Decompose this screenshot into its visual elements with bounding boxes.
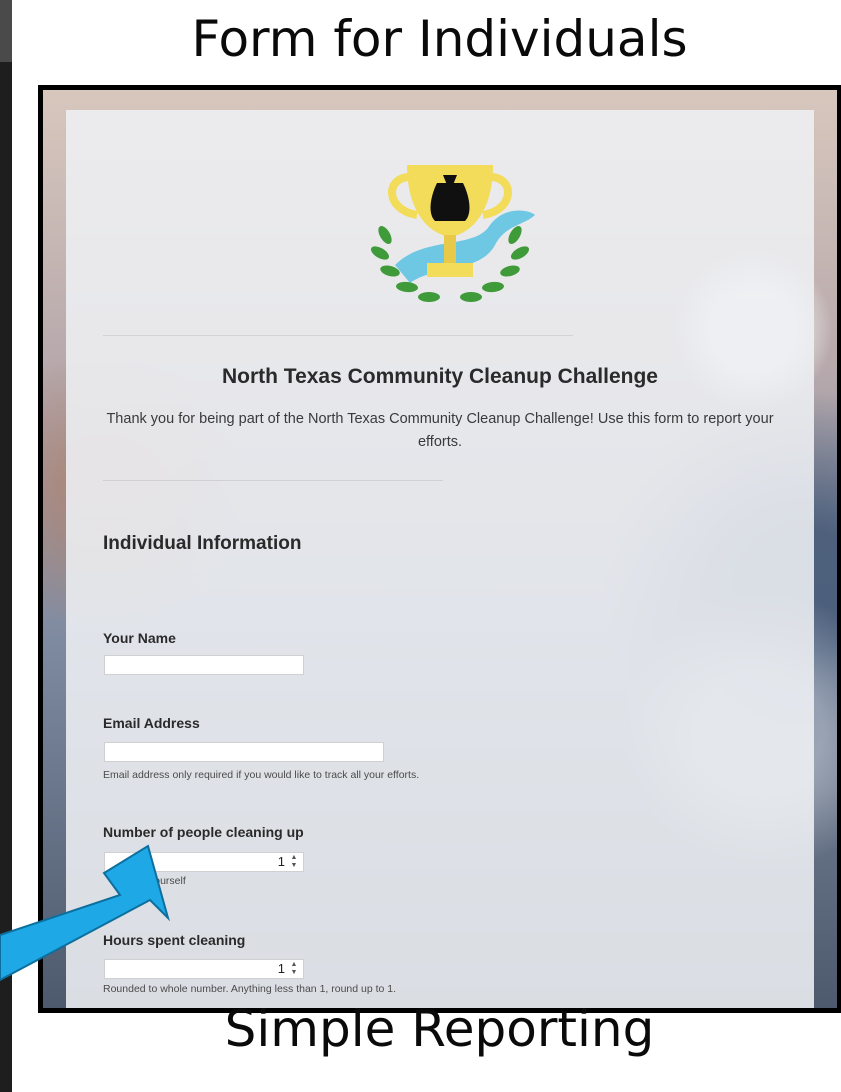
name-field[interactable] [104, 655, 304, 675]
left-edge-bar-top [0, 0, 12, 62]
slide-caption: Simple Reporting [224, 1000, 655, 1058]
email-help-text: Email address only required if you would… [103, 769, 420, 781]
email-field[interactable] [104, 742, 384, 762]
people-value: 1 [277, 854, 285, 869]
slide-title: Form for Individuals [191, 10, 688, 68]
email-label: Email Address [103, 715, 200, 731]
name-label: Your Name [103, 630, 176, 646]
hours-stepper[interactable]: 1 ▲ ▼ [104, 959, 304, 979]
trophy-trash-bag-icon [370, 165, 535, 302]
section-title: Individual Information [103, 533, 302, 554]
left-edge-bar [0, 0, 12, 1092]
people-help-text: yourself [149, 875, 186, 887]
spinner-arrows-icon[interactable]: ▲ ▼ [288, 961, 300, 977]
form-card: North Texas Community Cleanup Challenge … [66, 110, 814, 1008]
hours-help-text: Rounded to whole number. Anything less t… [103, 983, 397, 995]
screenshot-frame: North Texas Community Cleanup Challenge … [38, 85, 841, 1013]
form-background: North Texas Community Cleanup Challenge … [43, 90, 837, 1008]
divider [103, 335, 573, 336]
hours-label: Hours spent cleaning [103, 932, 246, 948]
hours-value: 1 [277, 961, 285, 976]
form-title: North Texas Community Cleanup Challenge [221, 365, 658, 388]
people-label: Number of people cleaning up [103, 824, 304, 840]
form-description: Thank you for being part of the North Te… [106, 411, 774, 450]
divider [103, 480, 443, 481]
people-stepper[interactable]: 1 ▲ ▼ [104, 852, 304, 872]
spinner-arrows-icon[interactable]: ▲ ▼ [288, 854, 300, 870]
